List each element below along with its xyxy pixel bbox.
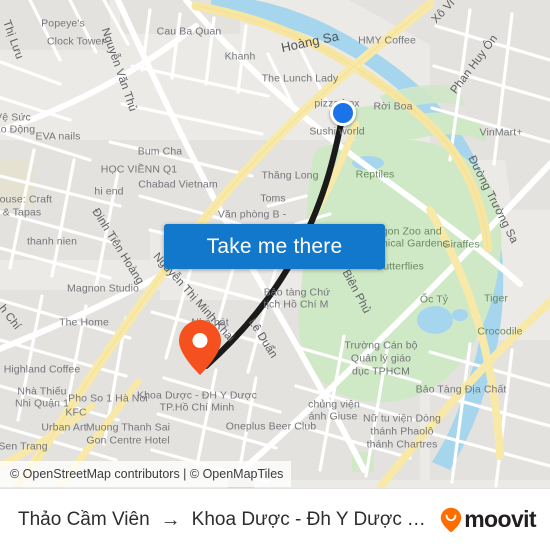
trip-destination-label: Khoa Dược - Đh Y Dược Tp.Hồ Chí Minh bbox=[191, 508, 431, 530]
trip-origin-label: Thảo Cầm Viên bbox=[18, 508, 150, 530]
trip-bottom-bar: Thảo Cầm Viên → Khoa Dược - Đh Y Dược Tp… bbox=[0, 488, 550, 550]
origin-marker[interactable] bbox=[330, 100, 356, 126]
take-me-there-button[interactable]: Take me there bbox=[164, 224, 385, 269]
moovit-wordmark: moovit bbox=[464, 506, 536, 532]
moovit-logo[interactable]: moovit bbox=[440, 506, 537, 533]
map-canvas[interactable]: Popeye's Clock Tower Cau Ba Quan Khanh The L… bbox=[0, 0, 550, 488]
map-route-screen: Popeye's Clock Tower Cau Ba Quan Khanh The L… bbox=[0, 0, 550, 550]
attribution-text: © OpenStreetMap contributors | © OpenMap… bbox=[10, 467, 284, 481]
moovit-pin-smile-icon bbox=[441, 507, 462, 532]
map-attribution: © OpenStreetMap contributors | © OpenMap… bbox=[0, 461, 292, 487]
arrow-right-icon: → bbox=[160, 508, 181, 531]
trip-summary[interactable]: Thảo Cầm Viên → Khoa Dược - Đh Y Dược Tp… bbox=[18, 509, 430, 531]
